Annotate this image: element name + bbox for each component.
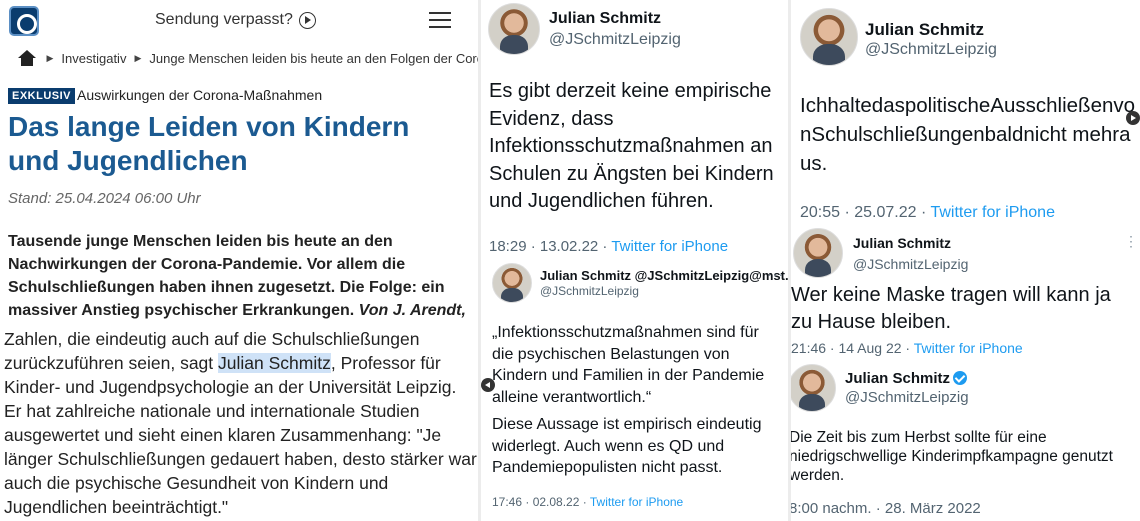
- exklusiv-badge: EXKLUSIV: [8, 88, 76, 104]
- tweet-author-handle[interactable]: @JSchmitzLeipzig: [549, 31, 681, 49]
- tweet-author-name[interactable]: Julian Schmitz: [845, 370, 968, 387]
- tweet-author-name-text: Julian Schmitz: [845, 370, 951, 387]
- tweet-author-name[interactable]: Julian Schmitz: [853, 235, 951, 251]
- hamburger-menu-icon[interactable]: [429, 12, 451, 28]
- tweet-author-name[interactable]: Julian Schmitz: [865, 20, 984, 40]
- chevron-right-icon: ▶: [134, 52, 142, 63]
- play-icon: [298, 11, 316, 29]
- tweet-time: 18:29 · 13.02.22 ·: [489, 238, 612, 255]
- breadcrumb-item-investigativ[interactable]: Investigativ: [61, 51, 126, 66]
- tweet-source-link[interactable]: Twitter for iPhone: [914, 340, 1023, 356]
- avatar[interactable]: [488, 3, 540, 55]
- body-text-after: , Professor für Kinder- und Jugendpsycho…: [4, 353, 477, 517]
- news-article-panel: Sendung verpasst? ▶ Investigativ ▶ Junge…: [0, 0, 478, 521]
- tweet-meta: 20:55 · 25.07.22 · Twitter for iPhone: [800, 204, 1055, 222]
- breadcrumb: ▶ Investigativ ▶ Junge Menschen leiden b…: [18, 50, 478, 66]
- sendung-label: Sendung verpasst?: [155, 11, 293, 28]
- avatar[interactable]: [793, 228, 843, 278]
- tagesschau-logo-icon[interactable]: [9, 6, 39, 36]
- tweet-text: Wer keine Maske tragen will kann ja zu H…: [791, 284, 1111, 333]
- tweet-panel-right: Julian Schmitz @JSchmitzLeipzig Ichhalte…: [788, 0, 1140, 521]
- tweet-text: Die Zeit bis zum Herbst sollte für eine …: [789, 429, 1113, 484]
- tweet-time: 8:00 nachm. · 28. März 2022: [789, 500, 981, 517]
- article-body: Zahlen, die eindeutig auch auf die Schul…: [4, 327, 478, 519]
- more-options-icon[interactable]: ⋮: [1124, 233, 1139, 250]
- quoted-tweet-meta: 17:46 · 02.08.22 · Twitter for iPhone: [492, 495, 683, 509]
- tweet-meta: 18:29 · 13.02.22 · Twitter for iPhone: [489, 238, 728, 255]
- tweet-author-name[interactable]: Julian Schmitz: [549, 10, 661, 28]
- article-byline: Von J. Arendt,: [358, 302, 466, 319]
- sendung-verpasst-link[interactable]: Sendung verpasst?: [155, 11, 316, 29]
- highlighted-name: Julian Schmitz: [218, 353, 331, 373]
- carousel-right-arrow-icon[interactable]: [1126, 111, 1140, 125]
- tweet-source-link[interactable]: Twitter for iPhone: [930, 204, 1055, 221]
- tweet-source-link[interactable]: Twitter for iPhone: [590, 495, 683, 509]
- tweet-author-handle[interactable]: @JSchmitzLeipzig: [845, 389, 969, 406]
- quoted-tweet-handle[interactable]: @JSchmitzLeipzig: [540, 284, 639, 298]
- quoted-tweet-quote: „Infektionsschutzmaßnahmen sind für die …: [492, 324, 765, 406]
- tweet-text: IchhaltedaspolitischeAusschließenvonSchu…: [800, 94, 1136, 175]
- quoted-tweet-text: Diese Aussage ist empirisch eindeutig wi…: [492, 416, 762, 476]
- avatar[interactable]: [492, 263, 532, 303]
- tweet-meta: 21:46 · 14 Aug 22 · Twitter for iPhone: [791, 340, 1023, 356]
- article-lead: Tausende junge Menschen leiden bis heute…: [8, 230, 476, 322]
- article-kicker: Auswirkungen der Corona-Maßnahmen: [77, 87, 323, 103]
- home-icon[interactable]: [18, 50, 37, 66]
- tweet-source-link[interactable]: Twitter for iPhone: [611, 238, 728, 255]
- more-options-icon[interactable]: ···: [767, 266, 784, 282]
- tweet-text: Es gibt derzeit keine empirische Evidenz…: [489, 80, 774, 212]
- article-timestamp: Stand: 25.04.2024 06:00 Uhr: [8, 190, 201, 207]
- breadcrumb-item-article[interactable]: Junge Menschen leiden bis heute an den F…: [149, 51, 478, 66]
- article-headline: Das lange Leiden von Kindern und Jugendl…: [8, 111, 410, 176]
- tweet-time: 17:46 · 02.08.22 ·: [492, 495, 590, 509]
- tweet-time: 21:46 · 14 Aug 22 ·: [791, 340, 914, 356]
- carousel-left-arrow-icon[interactable]: [481, 378, 495, 392]
- tweet-author-handle[interactable]: @JSchmitzLeipzig: [853, 256, 968, 272]
- tweet-panel-middle: Julian Schmitz @JSchmitzLeipzig Es gibt …: [478, 0, 788, 521]
- chevron-right-icon: ▶: [46, 52, 54, 63]
- tweet-time: 20:55 · 25.07.22 ·: [800, 204, 931, 221]
- quoted-tweet-author[interactable]: Julian Schmitz @JSchmitzLeipzig@mst...: [540, 268, 788, 283]
- avatar[interactable]: [800, 8, 858, 66]
- tweet-author-handle[interactable]: @JSchmitzLeipzig: [865, 41, 997, 59]
- verified-badge-icon: [953, 371, 968, 385]
- avatar[interactable]: [791, 364, 836, 412]
